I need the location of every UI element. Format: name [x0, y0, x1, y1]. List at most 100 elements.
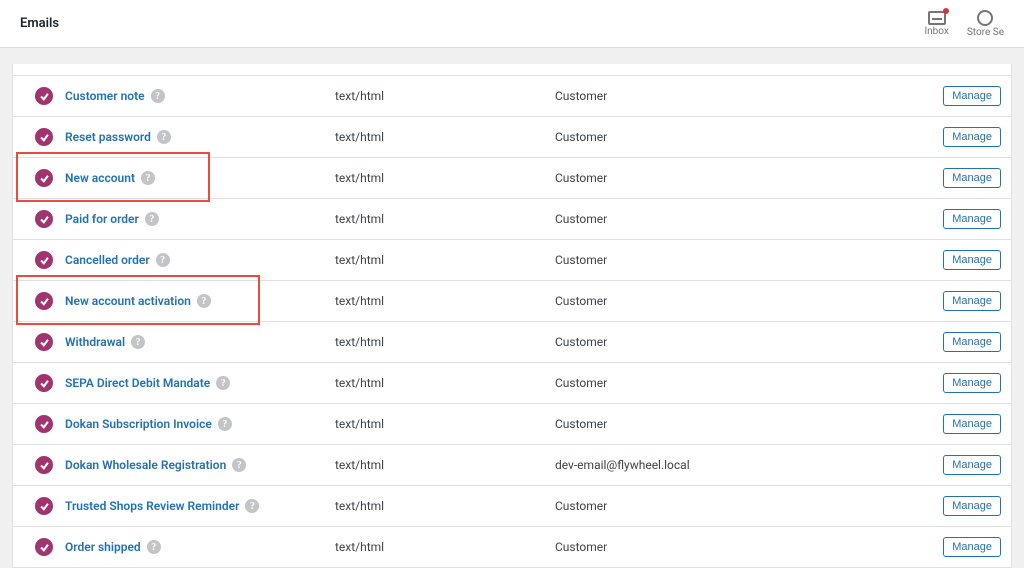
content-type-cell: text/html	[335, 212, 555, 226]
help-icon[interactable]: ?	[147, 540, 161, 554]
status-cell	[23, 169, 65, 187]
table-row: New account activation?text/htmlCustomer…	[12, 281, 1012, 322]
email-name-link[interactable]: Customer note	[65, 89, 145, 103]
manage-button[interactable]: Manage	[943, 537, 1001, 557]
action-cell: Manage	[931, 455, 1001, 475]
content-type-cell: text/html	[335, 335, 555, 349]
manage-button[interactable]: Manage	[943, 414, 1001, 434]
email-name-link[interactable]: Reset password	[65, 130, 151, 144]
email-name-link[interactable]: New account activation	[65, 294, 191, 308]
recipient-cell: Customer	[555, 294, 931, 308]
name-cell: Trusted Shops Review Reminder?	[65, 499, 335, 513]
store-setup-button[interactable]: Store Se	[967, 10, 1004, 38]
help-icon[interactable]: ?	[218, 417, 232, 431]
recipient-cell: dev-email@flywheel.local	[555, 458, 931, 472]
help-icon[interactable]: ?	[197, 294, 211, 308]
help-icon[interactable]: ?	[232, 458, 246, 472]
enabled-check-icon	[35, 251, 53, 269]
help-icon[interactable]: ?	[216, 376, 230, 390]
status-cell	[23, 456, 65, 474]
enabled-check-icon	[35, 210, 53, 228]
status-cell	[23, 292, 65, 310]
partial-row	[12, 64, 1012, 76]
action-cell: Manage	[931, 168, 1001, 188]
help-icon[interactable]: ?	[151, 89, 165, 103]
recipient-cell: Customer	[555, 130, 931, 144]
action-cell: Manage	[931, 537, 1001, 557]
status-cell	[23, 538, 65, 556]
enabled-check-icon	[35, 456, 53, 474]
table-row: Dokan Wholesale Registration?text/htmlde…	[12, 445, 1012, 486]
recipient-cell: Customer	[555, 253, 931, 267]
email-name-link[interactable]: Dokan Subscription Invoice	[65, 417, 212, 431]
name-cell: Paid for order?	[65, 212, 335, 226]
status-cell	[23, 333, 65, 351]
help-icon[interactable]: ?	[157, 130, 171, 144]
recipient-cell: Customer	[555, 499, 931, 513]
manage-button[interactable]: Manage	[943, 250, 1001, 270]
table-row: Trusted Shops Review Reminder?text/htmlC…	[12, 486, 1012, 527]
enabled-check-icon	[35, 128, 53, 146]
email-name-link[interactable]: Trusted Shops Review Reminder	[65, 499, 239, 513]
action-cell: Manage	[931, 209, 1001, 229]
inbox-button[interactable]: Inbox	[924, 11, 948, 37]
email-name-link[interactable]: SEPA Direct Debit Mandate	[65, 376, 210, 390]
manage-button[interactable]: Manage	[943, 373, 1001, 393]
name-cell: New account?	[65, 171, 335, 185]
table-row: SEPA Direct Debit Mandate?text/htmlCusto…	[12, 363, 1012, 404]
status-cell	[23, 87, 65, 105]
inbox-label: Inbox	[924, 26, 948, 37]
manage-button[interactable]: Manage	[943, 455, 1001, 475]
help-icon[interactable]: ?	[131, 335, 145, 349]
email-name-link[interactable]: Withdrawal	[65, 335, 125, 349]
recipient-cell: Customer	[555, 171, 931, 185]
content-type-cell: text/html	[335, 540, 555, 554]
manage-button[interactable]: Manage	[943, 86, 1001, 106]
email-name-link[interactable]: Order shipped	[65, 540, 141, 554]
notification-dot	[943, 8, 949, 14]
email-name-link[interactable]: Paid for order	[65, 212, 139, 226]
manage-button[interactable]: Manage	[943, 127, 1001, 147]
name-cell: Customer note?	[65, 89, 335, 103]
action-cell: Manage	[931, 332, 1001, 352]
content-type-cell: text/html	[335, 417, 555, 431]
manage-button[interactable]: Manage	[943, 291, 1001, 311]
help-icon[interactable]: ?	[156, 253, 170, 267]
table-row: Customer note?text/htmlCustomerManage	[12, 76, 1012, 117]
table-row: Withdrawal?text/htmlCustomerManage	[12, 322, 1012, 363]
action-cell: Manage	[931, 127, 1001, 147]
manage-button[interactable]: Manage	[943, 332, 1001, 352]
manage-button[interactable]: Manage	[943, 496, 1001, 516]
status-cell	[23, 497, 65, 515]
enabled-check-icon	[35, 169, 53, 187]
name-cell: Dokan Wholesale Registration?	[65, 458, 335, 472]
content-type-cell: text/html	[335, 171, 555, 185]
table-row: Dokan Subscription Invoice?text/htmlCust…	[12, 404, 1012, 445]
enabled-check-icon	[35, 87, 53, 105]
help-icon[interactable]: ?	[141, 171, 155, 185]
name-cell: Reset password?	[65, 130, 335, 144]
enabled-check-icon	[35, 374, 53, 392]
enabled-check-icon	[35, 497, 53, 515]
action-cell: Manage	[931, 414, 1001, 434]
top-right-icons: Inbox Store Se	[924, 10, 1004, 38]
manage-button[interactable]: Manage	[943, 168, 1001, 188]
email-name-link[interactable]: New account	[65, 171, 135, 185]
recipient-cell: Customer	[555, 376, 931, 390]
help-icon[interactable]: ?	[145, 212, 159, 226]
name-cell: Cancelled order?	[65, 253, 335, 267]
email-name-link[interactable]: Cancelled order	[65, 253, 150, 267]
action-cell: Manage	[931, 86, 1001, 106]
name-cell: Withdrawal?	[65, 335, 335, 349]
email-name-link[interactable]: Dokan Wholesale Registration	[65, 458, 226, 472]
action-cell: Manage	[931, 291, 1001, 311]
name-cell: SEPA Direct Debit Mandate?	[65, 376, 335, 390]
table-row: New account?text/htmlCustomerManage	[12, 158, 1012, 199]
manage-button[interactable]: Manage	[943, 209, 1001, 229]
help-icon[interactable]: ?	[245, 499, 259, 513]
status-cell	[23, 128, 65, 146]
name-cell: Order shipped?	[65, 540, 335, 554]
content-type-cell: text/html	[335, 130, 555, 144]
content-type-cell: text/html	[335, 458, 555, 472]
setup-icon	[977, 10, 993, 26]
